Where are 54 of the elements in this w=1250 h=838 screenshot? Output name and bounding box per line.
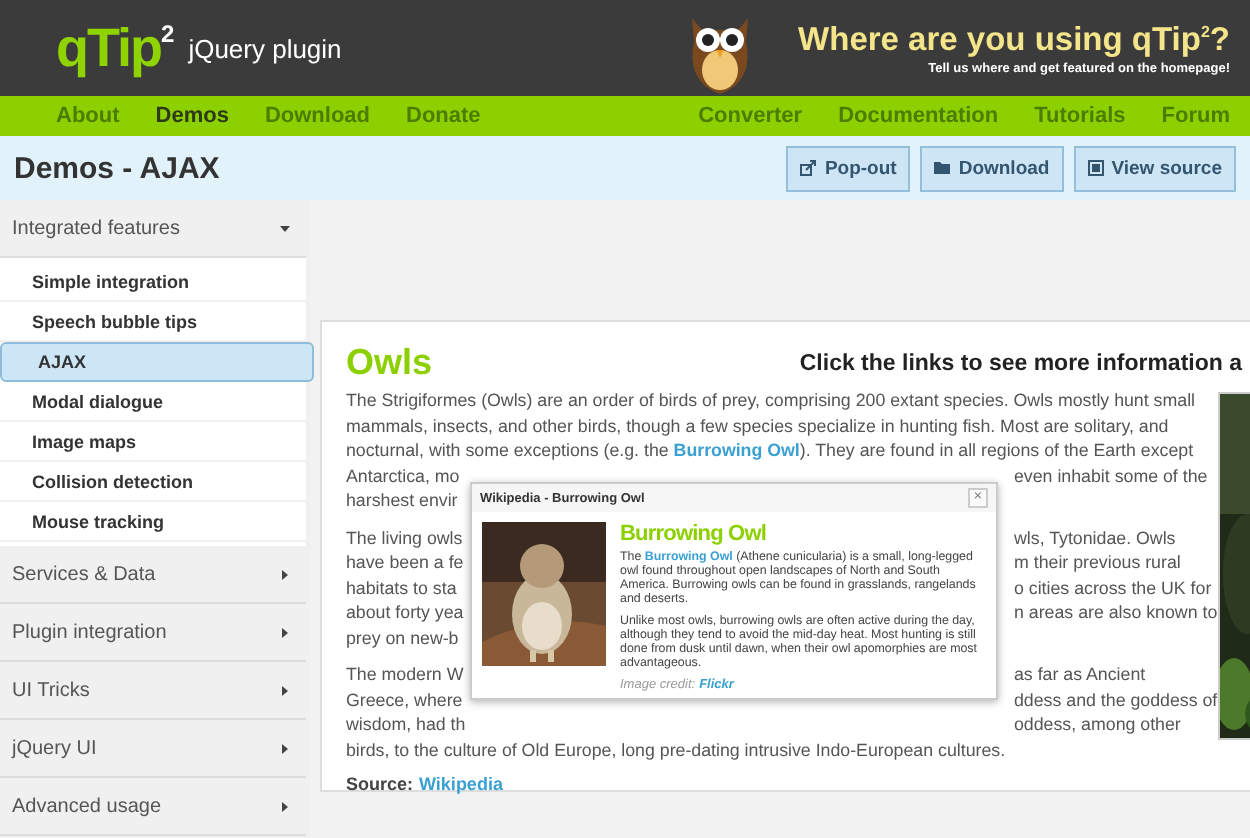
paragraph-fragment: The living owls [346, 525, 463, 550]
paragraph-line: nocturnal, with some exceptions (e.g. the Burrowing Owl). They are found in all regions of the Earth except [346, 438, 1194, 463]
paragraph-fragment: ddess and the goddess of [1014, 687, 1218, 712]
toolbar-button[interactable]: View source [1073, 145, 1236, 191]
paragraph-line: birds, to the culture of Old Europe, long pre-dating intrusive Indo-European cultures. [346, 737, 1006, 762]
paragraph-line: The Strigiformes (Owls) are an order of birds of prey, comprising 200 extant species. Owls mostly hunt small [346, 388, 1196, 413]
sidebar-item[interactable]: Collision detection [0, 462, 306, 502]
paragraph-fragment: even inhabit some of the [1014, 463, 1208, 488]
group-label: Plugin integration [12, 621, 167, 643]
sidebar-group[interactable]: Services & Data [0, 546, 306, 604]
sidebar-item[interactable]: Image maps [0, 422, 306, 462]
paragraph-fragment: about forty yea [346, 600, 464, 625]
article-heading: Click the links to see more information a [799, 351, 1242, 375]
sidebar-group[interactable]: Advanced usage [0, 778, 306, 836]
page-title: Demos - AJAX [14, 151, 220, 185]
paragraph-fragment: oddess, among other [1014, 712, 1181, 737]
paragraph-fragment: Antarctica, mo [346, 463, 460, 488]
group-label: Advanced usage [12, 795, 162, 817]
paragraph-fragment: prey on new-b [346, 625, 459, 650]
tagline: jQuery plugin [188, 33, 342, 63]
sidebar-item[interactable]: AJAX [0, 342, 314, 382]
folder-icon [934, 160, 951, 176]
paragraph-fragment: wisdom, had th [346, 712, 466, 737]
sidebar-item[interactable]: Modal dialogue [0, 382, 306, 422]
nav-link[interactable]: Demos [155, 104, 229, 128]
paragraph-fragment: as far as Ancient [1014, 662, 1146, 687]
logo[interactable]: qTip$^{2}$ [56, 21, 173, 75]
paragraph-fragment: harshest envir [346, 488, 458, 513]
paragraph-fragment: m their previous rural [1014, 550, 1181, 575]
group-label: Services & Data [12, 563, 156, 585]
source-label: Source: [346, 774, 414, 794]
paragraph-fragment: wls, Tytonidae. Owls [1014, 525, 1176, 550]
paragraph-fragment: The modern W [346, 662, 464, 687]
paragraph-fragment: n areas are also known to [1014, 600, 1218, 625]
paragraph-fragment: have been a fe [346, 550, 464, 575]
paragraph-fragment: habitats to sta [346, 575, 457, 600]
code-icon [1087, 160, 1104, 176]
sidebar-item[interactable]: Mouse tracking [0, 502, 306, 542]
promo-title[interactable]: Where are you using qTip$^{2}$? [798, 21, 1230, 59]
paragraph-fragment: o cities across the UK for [1014, 575, 1212, 600]
tooltip-heading: Burrowing Owl [620, 522, 769, 546]
group-label: Integrated features [12, 217, 180, 239]
toolbar-button[interactable]: Pop-out [786, 145, 911, 191]
article-title: Owls [346, 342, 433, 384]
toolbar-button[interactable]: Download [920, 145, 1064, 191]
sidebar-group[interactable]: UI Tricks [0, 662, 306, 720]
sidebar-group[interactable]: jQuery UI [0, 720, 306, 778]
sidebar-item[interactable]: Simple integration [0, 262, 306, 302]
popout-icon [800, 160, 817, 176]
sidebar-group[interactable]: Plugin integration [0, 604, 306, 662]
paragraph-fragment: Greece, where [346, 687, 463, 712]
group-label: jQuery UI [12, 737, 97, 759]
paragraph-line: mammals, insects, and other birds, though a few species specialize in hunting fish. Most are solitary, and [346, 413, 1169, 438]
group-label: UI Tricks [12, 679, 90, 701]
